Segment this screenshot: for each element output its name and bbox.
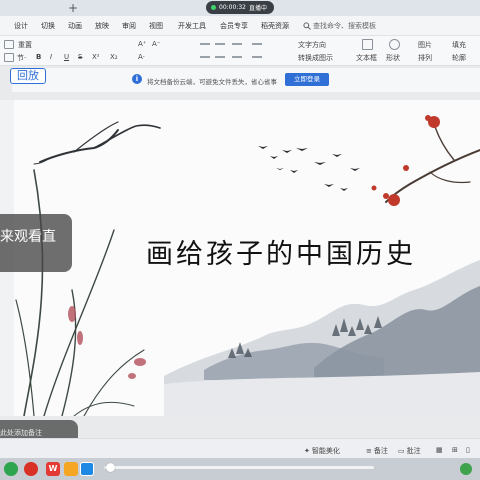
indent-icon[interactable] xyxy=(232,43,242,45)
numbered-list-icon[interactable] xyxy=(215,43,225,45)
menu-tab-design[interactable]: 设计 xyxy=(14,21,28,31)
live-progress-knob[interactable] xyxy=(106,463,115,472)
smart-beautify-icon: ✦ xyxy=(304,447,310,455)
file-manager-icon[interactable] xyxy=(64,462,78,476)
notes-placeholder[interactable]: 此处添加备注 xyxy=(0,428,42,438)
login-button[interactable]: 立即登录 xyxy=(285,73,329,86)
shape-icon[interactable] xyxy=(389,39,400,50)
live-timer: 00:00:32 xyxy=(219,4,246,11)
view-normal-icon[interactable]: ▦ xyxy=(436,446,443,454)
layout-icon[interactable] xyxy=(4,40,14,49)
live-progress-track[interactable] xyxy=(104,466,374,469)
annotate-label: 批注 xyxy=(406,447,421,455)
menu-tab-animation[interactable]: 动画 xyxy=(68,21,82,31)
align-center-icon[interactable] xyxy=(215,56,225,58)
text-direction-button[interactable]: 文字方向 xyxy=(298,40,326,50)
slide-title[interactable]: 画给孩子的中国历史 xyxy=(146,232,416,271)
live-dot-icon xyxy=(211,5,216,10)
font-size-decrease-button[interactable]: A⁻ xyxy=(152,40,160,48)
search-icon xyxy=(303,22,311,30)
italic-button[interactable]: I xyxy=(50,53,52,61)
arrange-button[interactable]: 排列 xyxy=(418,53,432,63)
live-caption-text: 来观看直 xyxy=(0,229,56,245)
menu-tab-review[interactable]: 审阅 xyxy=(122,21,136,31)
view-reading-icon[interactable]: ▯ xyxy=(466,446,470,454)
live-status-pill: 00:00:32 直播中 xyxy=(206,1,274,14)
command-search-label: 查找命令、搜索模板 xyxy=(313,22,376,30)
menu-tab-slideshow[interactable]: 放映 xyxy=(95,21,109,31)
superscript-button[interactable]: X² xyxy=(92,53,100,61)
ribbon-toolbar: 重置 节· B I U S X² X₂ A⁺ A⁻ A· 文字方向 转换成图示 … xyxy=(0,36,480,66)
outline-button[interactable]: 轮廓 xyxy=(452,53,466,63)
text-box-button[interactable]: 文本框 xyxy=(356,53,377,63)
underline-button[interactable]: U xyxy=(64,53,69,61)
subscript-button[interactable]: X₂ xyxy=(110,53,118,61)
browser-icon[interactable] xyxy=(4,462,18,476)
wps-office-icon[interactable]: W xyxy=(46,462,60,476)
convert-smartart-button[interactable]: 转换成图示 xyxy=(298,53,333,63)
notes-toggle-button[interactable]: ≡ 备注 xyxy=(366,446,388,456)
replay-button[interactable]: 回放 xyxy=(10,68,46,84)
menu-tab-docer[interactable]: 稻壳资源 xyxy=(261,21,289,31)
new-tab-plus-icon[interactable]: + xyxy=(68,1,78,15)
section-label: 节· xyxy=(17,54,27,62)
annotate-icon: ▭ xyxy=(398,447,405,455)
font-color-button[interactable]: A· xyxy=(138,53,145,61)
cloud-backup-message: 将文档备份云端，可避免文件丢失，省心省事 xyxy=(147,78,277,86)
picture-button[interactable]: 图片 xyxy=(418,40,432,50)
notes-icon: ≡ xyxy=(366,447,372,455)
view-sorter-icon[interactable]: ⊞ xyxy=(452,446,458,454)
text-box-icon[interactable] xyxy=(362,39,373,50)
strikethrough-button[interactable]: S xyxy=(78,53,82,61)
font-size-increase-button[interactable]: A⁺ xyxy=(138,40,146,48)
menu-tab-transition[interactable]: 切换 xyxy=(41,21,55,31)
align-left-icon[interactable] xyxy=(200,56,210,58)
annotate-button[interactable]: ▭ 批注 xyxy=(398,446,421,456)
smart-beautify-button[interactable]: ✦ 智能美化 xyxy=(304,446,340,456)
bullet-list-icon[interactable] xyxy=(200,43,210,45)
info-icon: i xyxy=(132,74,142,84)
ribbon-menu-bar: 设计 切换 动画 放映 审阅 视图 开发工具 会员专享 稻壳资源 查找命令、搜索… xyxy=(0,16,480,36)
notes-toggle-label: 备注 xyxy=(373,447,388,455)
command-search[interactable]: 查找命令、搜索模板 xyxy=(303,21,376,31)
justify-icon[interactable] xyxy=(252,56,262,58)
menu-tab-view[interactable]: 视图 xyxy=(149,21,163,31)
live-status-label: 直播中 xyxy=(248,5,267,12)
slide-canvas[interactable]: 画给孩子的中国历史 xyxy=(14,100,480,416)
section-icon[interactable] xyxy=(4,53,14,62)
status-tray-icon[interactable] xyxy=(460,463,472,475)
bold-button[interactable]: B xyxy=(36,53,41,61)
window-tab-strip: + 00:00:32 直播中 xyxy=(0,0,480,16)
fill-button[interactable]: 填充 xyxy=(452,40,466,50)
smart-beautify-label: 智能美化 xyxy=(311,447,340,455)
line-spacing-icon[interactable] xyxy=(252,43,262,45)
reset-button[interactable]: 重置 xyxy=(18,40,32,50)
pointer-app-icon[interactable] xyxy=(80,462,94,476)
menu-tab-member[interactable]: 会员专享 xyxy=(220,21,248,31)
menu-tab-developer[interactable]: 开发工具 xyxy=(178,21,206,31)
align-right-icon[interactable] xyxy=(232,56,242,58)
media-player-icon[interactable] xyxy=(24,462,38,476)
shape-button[interactable]: 形状 xyxy=(386,53,400,63)
